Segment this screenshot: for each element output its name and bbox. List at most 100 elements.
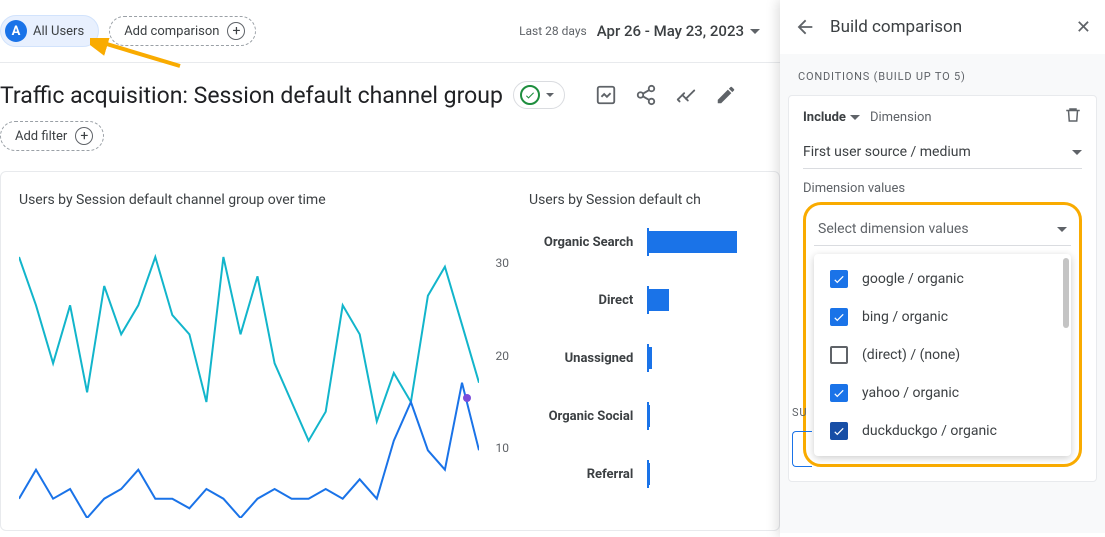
bar-row: Unassigned (529, 344, 761, 372)
include-label-text: Include (803, 110, 846, 125)
conditions-heading: CONDITIONS (BUILD UP TO 5) (780, 54, 1105, 95)
plus-icon: + (227, 22, 245, 40)
checkbox[interactable] (830, 422, 848, 440)
delete-condition-button[interactable] (1064, 106, 1082, 128)
add-filter-label: Add filter (15, 129, 67, 144)
option-label: google / organic (862, 271, 964, 287)
close-icon[interactable]: ✕ (1076, 17, 1091, 38)
bar-chart: Organic Search Direct Unassigned Organic So… (529, 228, 761, 488)
dimension-select-value: First user source / medium (803, 144, 971, 160)
data-point-highlight (463, 394, 471, 402)
report-status-pill[interactable] (513, 81, 565, 109)
dimension-values-label: Dimension values (803, 181, 1082, 196)
dimension-values-select[interactable]: Select dimension values (814, 215, 1071, 246)
bar-label: Unassigned (529, 351, 633, 366)
line-chart-title: Users by Session default channel group o… (19, 192, 509, 208)
dimension-value-option[interactable]: duckduckgo / organic (814, 412, 1071, 450)
condition-card: Include Dimension First user source / me… (788, 95, 1097, 482)
panel-title: Build comparison (830, 17, 1062, 37)
dimension-heading: Dimension (870, 110, 932, 125)
bar-track (647, 286, 761, 314)
scrollbar[interactable] (1063, 258, 1069, 328)
caret-down-icon (850, 115, 860, 120)
main-report-area: A All Users Add comparison + Last 28 day… (0, 0, 780, 537)
dimension-value-option[interactable]: yahoo / organic (814, 374, 1071, 412)
edit-icon[interactable] (715, 84, 737, 106)
report-title-row: Traffic acquisition: Session default cha… (0, 63, 780, 121)
bar-track (647, 344, 761, 372)
dimension-value-option[interactable]: (direct) / (none) (814, 336, 1071, 374)
line-chart-svg (19, 228, 479, 518)
dimension-select[interactable]: First user source / medium (803, 136, 1082, 169)
add-comparison-button[interactable]: Add comparison + (109, 16, 256, 46)
bar-label: Organic Social (529, 409, 633, 424)
build-comparison-panel: Build comparison ✕ CONDITIONS (BUILD UP … (780, 0, 1105, 537)
bar-row: Referral (529, 460, 761, 488)
y-tick: 10 (496, 441, 510, 455)
option-label: bing / organic (862, 309, 948, 325)
segment-label: All Users (33, 24, 84, 39)
bar-fill (647, 231, 737, 253)
bar-row: Organic Social (529, 402, 761, 430)
dimension-value-option[interactable]: bing / organic (814, 298, 1071, 336)
option-label: (direct) / (none) (862, 347, 960, 363)
bar-chart-panel: Users by Session default ch Organic Sear… (529, 192, 761, 530)
line-chart-panel: Users by Session default channel group o… (19, 192, 509, 530)
caret-down-icon (1057, 227, 1067, 232)
bar-fill (647, 463, 650, 485)
plus-icon: + (75, 127, 93, 145)
dimension-value-option[interactable]: google / organic (814, 260, 1071, 298)
customize-icon[interactable] (595, 84, 617, 106)
bar-label: Direct (529, 293, 633, 308)
dimension-values-dropdown: google / organic bing / organic (direct) /… (814, 254, 1071, 456)
bar-label: Organic Search (529, 235, 633, 250)
panel-header: Build comparison ✕ (780, 0, 1105, 54)
dimension-values-placeholder: Select dimension values (818, 221, 969, 237)
back-arrow-icon[interactable] (794, 16, 816, 38)
insights-icon[interactable] (675, 84, 697, 106)
date-range-text: Apr 26 - May 23, 2023 (597, 22, 744, 40)
panel-body: CONDITIONS (BUILD UP TO 5) Include Dimen… (780, 54, 1105, 533)
summary-box-partial (792, 431, 812, 467)
share-icon[interactable] (635, 84, 657, 106)
bar-track (647, 228, 761, 256)
checkmark-icon (520, 85, 540, 105)
charts-container: Users by Session default channel group o… (0, 171, 780, 531)
bar-chart-title: Users by Session default ch (529, 192, 761, 208)
tutorial-highlight: Select dimension values google / organic… (803, 202, 1082, 467)
filter-row: Add filter + (0, 121, 780, 165)
bar-fill (647, 405, 650, 427)
option-label: yahoo / organic (862, 385, 959, 401)
checkbox[interactable] (830, 308, 848, 326)
date-range-area: Last 28 days Apr 26 - May 23, 2023 (519, 22, 760, 40)
summary-heading: SU (792, 406, 807, 419)
segment-badge: A (5, 20, 27, 42)
bar-fill (647, 347, 652, 369)
checkbox[interactable] (830, 384, 848, 402)
comparison-topbar: A All Users Add comparison + Last 28 day… (0, 0, 780, 63)
y-tick: 30 (496, 256, 510, 270)
line-chart: 30 20 10 (19, 228, 509, 518)
date-prefix: Last 28 days (519, 24, 587, 38)
option-label: duckduckgo / organic (862, 423, 997, 439)
bar-track (647, 402, 761, 430)
title-toolbar (595, 84, 737, 106)
include-dropdown[interactable]: Include (803, 110, 860, 125)
page-title: Traffic acquisition: Session default cha… (0, 82, 503, 109)
bar-row: Direct (529, 286, 761, 314)
segment-chip-all-users[interactable]: A All Users (0, 15, 99, 47)
include-row: Include Dimension (803, 106, 1082, 128)
add-filter-button[interactable]: Add filter + (0, 121, 104, 151)
checkbox[interactable] (830, 346, 848, 364)
bar-label: Referral (529, 467, 633, 482)
caret-down-icon (1072, 150, 1082, 155)
add-comparison-label: Add comparison (124, 24, 219, 39)
bar-track (647, 460, 761, 488)
checkbox[interactable] (830, 270, 848, 288)
bar-fill (647, 289, 669, 311)
bar-row: Organic Search (529, 228, 761, 256)
caret-down-icon (546, 93, 554, 97)
caret-down-icon (750, 29, 760, 34)
date-range-picker[interactable]: Apr 26 - May 23, 2023 (597, 22, 760, 40)
y-tick: 20 (496, 349, 510, 363)
